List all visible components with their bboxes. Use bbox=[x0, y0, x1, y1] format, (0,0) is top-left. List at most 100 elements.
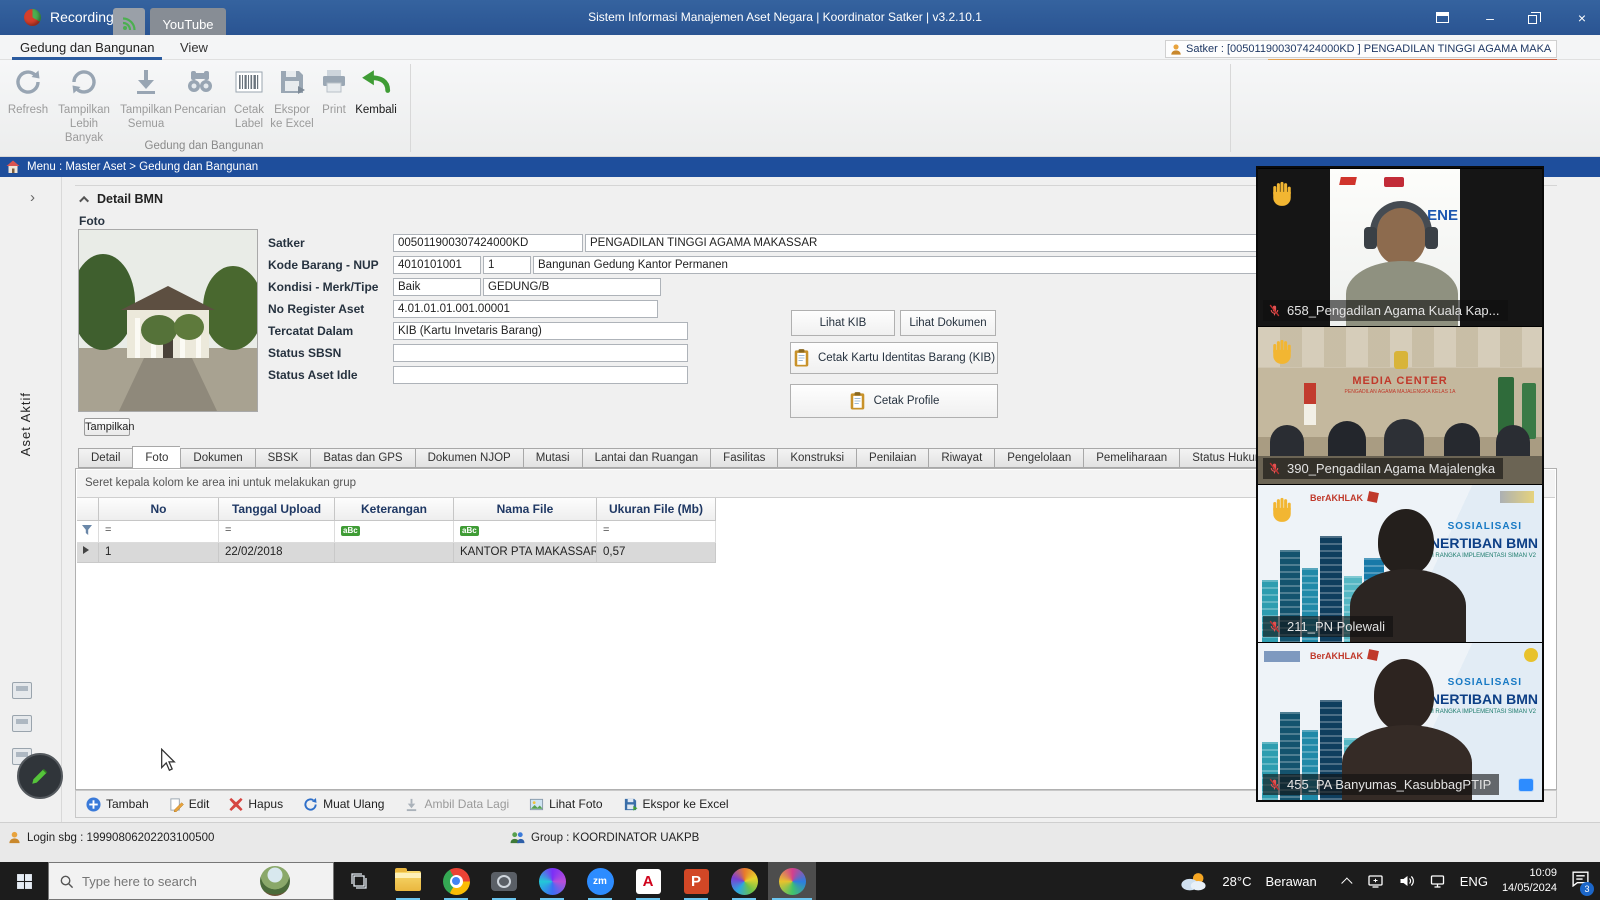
network-icon[interactable] bbox=[1429, 873, 1446, 889]
kode-barang-field[interactable]: 4010101001 bbox=[393, 256, 481, 274]
tampilkan-semua-button[interactable]: Tampilkan Semua bbox=[118, 66, 174, 132]
participant-video-tile[interactable]: ENE 658_Pengadilan Agama Kuala Kap... bbox=[1258, 168, 1542, 326]
panel-options-button[interactable] bbox=[1436, 12, 1452, 23]
weather-temp[interactable]: 28°C bbox=[1222, 874, 1251, 889]
lihat-dokumen-button[interactable]: Lihat Dokumen bbox=[900, 310, 996, 336]
taskbar-app-chrome[interactable] bbox=[432, 862, 480, 900]
taskbar-app-cyberlink[interactable] bbox=[720, 862, 768, 900]
minimize-button[interactable]: – bbox=[1482, 10, 1498, 26]
filter-keterangan[interactable]: aBc bbox=[335, 521, 454, 543]
tercatat-dalam-field[interactable]: KIB (Kartu Invetaris Barang) bbox=[393, 322, 688, 340]
tab-riwayat[interactable]: Riwayat bbox=[928, 448, 994, 468]
tab-dokumen-njop[interactable]: Dokumen NJOP bbox=[415, 448, 523, 468]
tambah-button[interactable]: Tambah bbox=[86, 797, 149, 812]
sidebar-tool-icon[interactable] bbox=[12, 715, 32, 732]
status-sbsn-field[interactable] bbox=[393, 344, 688, 362]
tab-batas-gps[interactable]: Batas dan GPS bbox=[310, 448, 414, 468]
cetak-profile-button[interactable]: Cetak Profile bbox=[790, 384, 998, 418]
tab-detail[interactable]: Detail bbox=[78, 448, 132, 468]
cetak-label-button[interactable]: Cetak Label bbox=[228, 66, 270, 132]
sidebar-tool-icon[interactable] bbox=[12, 682, 32, 699]
tampilkan-button[interactable]: Tampilkan bbox=[84, 418, 130, 436]
ambil-data-lagi-button: Ambil Data Lagi bbox=[404, 797, 509, 812]
action-center-button[interactable]: 3 bbox=[1571, 870, 1590, 892]
tab-pemeliharaan[interactable]: Pemeliharaan bbox=[1083, 448, 1179, 468]
satker-code-field[interactable]: 005011900307424000KD bbox=[393, 234, 583, 252]
taskbar-app-media-player[interactable] bbox=[528, 862, 576, 900]
refresh-button[interactable]: Refresh bbox=[4, 66, 52, 118]
annotation-pencil-button[interactable] bbox=[17, 753, 63, 799]
participant-video-tile[interactable]: MEDIA CENTER PENGADILAN AGAMA MAJALENGKA… bbox=[1258, 326, 1542, 484]
search-input[interactable] bbox=[82, 874, 252, 889]
filter-no[interactable]: = bbox=[99, 521, 219, 543]
taskbar-app-powerpoint[interactable]: P bbox=[672, 862, 720, 900]
tab-foto[interactable]: Foto bbox=[132, 446, 180, 468]
start-button[interactable] bbox=[0, 862, 48, 900]
ribbon-tab-view[interactable]: View bbox=[172, 38, 216, 57]
tab-sbsk[interactable]: SBSK bbox=[255, 448, 311, 468]
detail-bmn-header[interactable]: Detail BMN bbox=[82, 192, 163, 206]
col-tanggal-upload[interactable]: Tanggal Upload bbox=[219, 498, 335, 521]
satker-name-field[interactable]: PENGADILAN TINGGI AGAMA MAKASSAR bbox=[585, 234, 1285, 252]
table-row[interactable]: 1 22/02/2018 KANTOR PTA MAKASSAR.jpg 0,5… bbox=[77, 543, 716, 563]
taskbar-app-file-explorer[interactable] bbox=[384, 862, 432, 900]
status-aset-idle-field[interactable] bbox=[393, 366, 688, 384]
muat-ulang-button[interactable]: Muat Ulang bbox=[303, 797, 384, 812]
tab-pengelolaan[interactable]: Pengelolaan bbox=[994, 448, 1083, 468]
hapus-button[interactable]: Hapus bbox=[229, 797, 283, 811]
tab-konstruksi[interactable]: Konstruksi bbox=[777, 448, 856, 468]
taskbar-clock[interactable]: 10:09 14/05/2024 bbox=[1502, 866, 1557, 896]
edit-button[interactable]: Edit bbox=[169, 797, 210, 812]
participant-video-tile[interactable]: BerAKHLAK SOSIALISASI PENERTIBAN BMN DAL… bbox=[1258, 484, 1542, 642]
raised-hand-icon bbox=[1268, 337, 1296, 370]
col-no[interactable]: No bbox=[99, 498, 219, 521]
weather-desc[interactable]: Berawan bbox=[1265, 874, 1316, 889]
kondisi-field[interactable]: Baik bbox=[393, 278, 481, 296]
restore-button[interactable] bbox=[1528, 12, 1544, 24]
mouse-cursor bbox=[160, 748, 176, 777]
merk-tipe-field[interactable]: GEDUNG/B bbox=[483, 278, 661, 296]
language-indicator[interactable]: ENG bbox=[1460, 874, 1488, 889]
filter-icon-cell[interactable] bbox=[77, 521, 99, 543]
show-hidden-icons[interactable] bbox=[1341, 877, 1352, 888]
filter-ukuran[interactable]: = bbox=[597, 521, 716, 543]
camera-icon bbox=[491, 872, 517, 891]
tab-lantai-ruangan[interactable]: Lantai dan Ruangan bbox=[582, 448, 711, 468]
task-view-button[interactable] bbox=[336, 862, 382, 900]
col-keterangan[interactable]: Keterangan bbox=[335, 498, 454, 521]
tampilkan-lebih-banyak-button[interactable]: Tampilkan Lebih Banyak bbox=[52, 66, 116, 145]
ekspor-ke-excel-button[interactable]: Ekspor ke Excel bbox=[623, 797, 729, 812]
aset-aktif-tab[interactable]: Aset Aktif bbox=[18, 392, 33, 456]
kembali-button[interactable]: Kembali bbox=[352, 66, 400, 118]
search-highlight-art[interactable] bbox=[260, 866, 290, 896]
col-ukuran-file[interactable]: Ukuran File (Mb) bbox=[597, 498, 716, 521]
panel-expander[interactable]: › bbox=[30, 189, 35, 206]
lihat-foto-button[interactable]: Lihat Foto bbox=[529, 797, 602, 812]
cetak-kib-button[interactable]: Cetak Kartu Identitas Barang (KIB) bbox=[790, 342, 998, 374]
volume-icon[interactable] bbox=[1398, 873, 1415, 889]
filter-tanggal[interactable]: = bbox=[219, 521, 335, 543]
taskbar-app-screen-recorder[interactable] bbox=[768, 862, 816, 900]
ribbon-tab-gedung[interactable]: Gedung dan Bangunan bbox=[12, 38, 162, 60]
tab-dokumen[interactable]: Dokumen bbox=[180, 448, 254, 468]
tab-fasilitas[interactable]: Fasilitas bbox=[710, 448, 777, 468]
tab-mutasi[interactable]: Mutasi bbox=[523, 448, 582, 468]
taskbar-search[interactable] bbox=[48, 862, 334, 900]
ekspor-ke-excel-ribbon-button[interactable]: Ekspor ke Excel bbox=[270, 66, 314, 132]
nama-barang-field[interactable]: Bangunan Gedung Kantor Permanen bbox=[533, 256, 1285, 274]
close-button[interactable]: × bbox=[1574, 10, 1590, 26]
col-nama-file[interactable]: Nama File bbox=[454, 498, 597, 521]
taskbar-app-acrobat[interactable]: A bbox=[624, 862, 672, 900]
taskbar-app-zoom[interactable]: zm bbox=[576, 862, 624, 900]
no-register-field[interactable]: 4.01.01.01.001.00001 bbox=[393, 300, 658, 318]
print-button[interactable]: Print bbox=[316, 66, 352, 118]
nup-field[interactable]: 1 bbox=[483, 256, 531, 274]
cast-icon[interactable] bbox=[1367, 873, 1384, 889]
tab-penilaian[interactable]: Penilaian bbox=[856, 448, 928, 468]
participant-video-tile[interactable]: BerAKHLAK SOSIALISASI PENERTIBAN BMN DAL… bbox=[1258, 642, 1542, 800]
taskbar-app-camera[interactable] bbox=[480, 862, 528, 900]
filter-nama[interactable]: aBc bbox=[454, 521, 597, 543]
gallery-view-icon[interactable] bbox=[1518, 778, 1534, 792]
pencarian-button[interactable]: Pencarian bbox=[174, 66, 226, 118]
lihat-kib-button[interactable]: Lihat KIB bbox=[791, 310, 895, 336]
